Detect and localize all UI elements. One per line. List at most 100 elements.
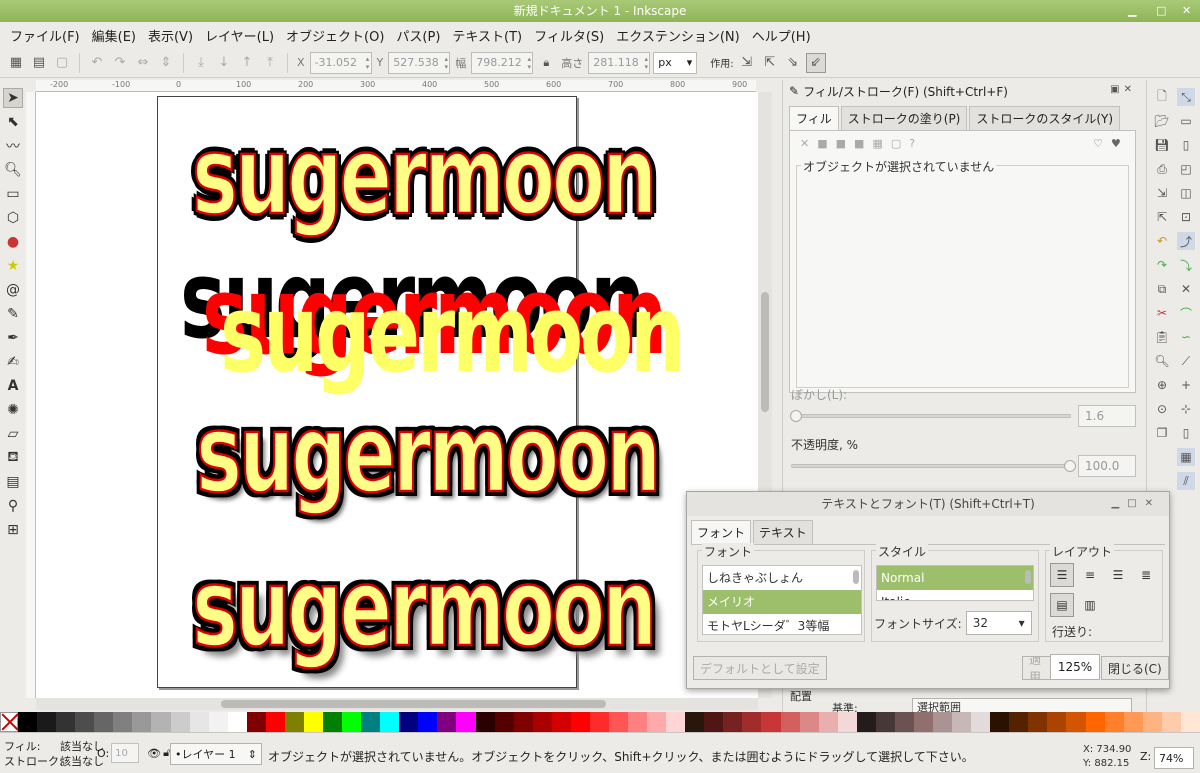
fill-rule-evenodd-icon[interactable]: ♡ <box>1093 137 1103 150</box>
color-swatch[interactable] <box>1180 712 1200 732</box>
font-list-item[interactable]: しねきゃぶしょん <box>703 566 861 590</box>
menu-extensions[interactable]: エクステンション(N) <box>610 26 745 45</box>
color-swatch[interactable] <box>437 712 457 732</box>
color-swatch[interactable] <box>37 712 57 732</box>
document-page[interactable]: sugermoon sugermoon sugermoon sugermoon … <box>157 96 685 688</box>
logo-text-softshadow[interactable]: sugermoon <box>191 554 658 664</box>
flip-horizontal-icon[interactable]: ⇔ <box>133 53 153 73</box>
apply-button[interactable]: 適用 <box>1022 656 1052 680</box>
menu-edit[interactable]: 編集(E) <box>86 26 142 45</box>
save-icon[interactable]: 💾︎ <box>1153 136 1171 154</box>
color-swatch[interactable] <box>227 712 247 732</box>
color-swatch[interactable] <box>475 712 495 732</box>
color-swatch[interactable] <box>551 712 571 732</box>
zoom-selection-icon[interactable]: 🔍︎ <box>1153 352 1171 370</box>
color-swatch[interactable] <box>208 712 228 732</box>
undo-icon[interactable]: ↶ <box>1153 232 1171 250</box>
spiral-tool-icon[interactable]: @ <box>3 280 23 300</box>
slider-knob[interactable] <box>1064 460 1076 472</box>
transform-pattern-icon[interactable]: ⇙ <box>805 52 826 73</box>
color-swatch[interactable] <box>170 712 190 732</box>
menu-file[interactable]: ファイル(F) <box>4 26 86 45</box>
dialog-window-controls-icon[interactable]: ▁□✕ <box>1111 492 1161 516</box>
color-swatch[interactable] <box>589 712 609 732</box>
close-icon[interactable]: ✕ <box>1182 0 1191 22</box>
color-swatch[interactable] <box>1066 712 1086 732</box>
linear-gradient-icon[interactable]: ■ <box>836 137 846 150</box>
flip-vertical-icon[interactable]: ⇕ <box>156 53 176 73</box>
logo-text-yellow[interactable]: sugermoon <box>220 281 685 389</box>
color-swatch[interactable] <box>342 712 362 732</box>
pencil-tool-icon[interactable]: ✎ <box>3 304 23 324</box>
color-swatch[interactable] <box>894 712 914 732</box>
zoom-drawing-icon[interactable]: ⊕ <box>1153 376 1171 394</box>
select-all-icon[interactable]: ▦ <box>6 53 26 73</box>
unit-select[interactable]: px ▾ <box>653 51 698 74</box>
dropper-tool-icon[interactable]: ⚲ <box>3 496 23 516</box>
blur-input[interactable]: 1.6 <box>1078 405 1136 427</box>
logo-text-outlined[interactable]: sugermoon <box>191 122 658 232</box>
canvas-horizontal-scrollbar[interactable] <box>36 698 758 710</box>
slider-knob[interactable] <box>790 410 802 422</box>
no-color-swatch[interactable] <box>0 712 18 732</box>
color-swatch[interactable] <box>608 712 628 732</box>
rotate-cw-icon[interactable]: ↷ <box>110 53 130 73</box>
layer-select[interactable]: •レイヤー 1 ⇕ <box>170 743 262 765</box>
font-list-item-selected[interactable]: メイリオ <box>703 590 861 614</box>
menu-help[interactable]: ヘルプ(H) <box>746 26 817 45</box>
print-icon[interactable]: ⎙ <box>1153 160 1171 178</box>
color-swatch[interactable] <box>856 712 876 732</box>
select-all-layers-icon[interactable]: ▤ <box>29 53 49 73</box>
snap-guide-icon[interactable]: ⫽ <box>1177 472 1195 490</box>
snap-page-icon[interactable]: ▯ <box>1177 424 1195 442</box>
transform-gradient-icon[interactable]: ⇘ <box>783 53 803 73</box>
color-swatch[interactable] <box>1142 712 1162 732</box>
raise-icon[interactable]: ↑ <box>237 53 257 73</box>
snap-center-icon[interactable]: ⊡ <box>1177 208 1195 226</box>
font-list-scrollbar[interactable] <box>853 568 859 628</box>
color-swatch[interactable] <box>875 712 895 732</box>
color-swatch[interactable] <box>418 712 438 732</box>
color-swatch[interactable] <box>742 712 762 732</box>
spray-tool-icon[interactable]: ✺ <box>3 400 23 420</box>
color-swatch[interactable] <box>723 712 743 732</box>
color-swatch[interactable] <box>94 712 114 732</box>
scale-corners-icon[interactable]: ⇱ <box>760 53 780 73</box>
color-swatch[interactable] <box>1161 712 1181 732</box>
eye-icon[interactable]: 👁︎ <box>147 747 161 760</box>
deselect-icon[interactable]: ▢ <box>52 53 72 73</box>
swatch-icon[interactable]: ▢ <box>891 137 901 150</box>
pattern-icon[interactable]: ▦ <box>872 137 882 150</box>
color-swatch[interactable] <box>265 712 285 732</box>
align-left-icon[interactable]: ☰ <box>1050 563 1074 587</box>
snap-path-icon[interactable]: ⤵ <box>1177 256 1195 274</box>
unset-paint-icon[interactable]: ? <box>909 137 915 150</box>
scale-stroke-icon[interactable]: ⇲ <box>737 53 757 73</box>
tab-stroke-style[interactable]: ストロークのスタイル(Y) <box>969 106 1121 130</box>
lower-icon[interactable]: ↓ <box>214 53 234 73</box>
tab-text[interactable]: テキスト <box>753 520 813 544</box>
text-tool-icon[interactable]: A <box>3 376 23 396</box>
align-justify-icon[interactable]: ≣ <box>1134 563 1158 587</box>
color-swatch[interactable] <box>1009 712 1029 732</box>
style-list-item-selected[interactable]: Normal <box>877 566 1033 590</box>
fill-rule-nonzero-icon[interactable]: ♥ <box>1111 137 1121 150</box>
blur-slider[interactable] <box>790 410 1071 422</box>
import-icon[interactable]: ⇲ <box>1153 184 1171 202</box>
color-swatch[interactable] <box>647 712 667 732</box>
copy-icon[interactable]: ⧉ <box>1153 280 1171 298</box>
color-swatch[interactable] <box>990 712 1010 732</box>
horizontal-text-icon[interactable]: ▤ <box>1050 593 1074 617</box>
menu-view[interactable]: 表示(V) <box>142 26 199 45</box>
open-icon[interactable]: 📂︎ <box>1153 112 1171 130</box>
color-swatch[interactable] <box>18 712 38 732</box>
eraser-tool-icon[interactable]: ▱ <box>3 424 23 444</box>
color-swatch[interactable] <box>952 712 972 732</box>
set-default-button[interactable]: デフォルトとして設定 <box>693 656 827 680</box>
color-swatch[interactable] <box>151 712 171 732</box>
color-swatch[interactable] <box>380 712 400 732</box>
calligraphy-tool-icon[interactable]: ✍ <box>3 352 23 372</box>
x-input[interactable]: -31.052 <box>309 51 372 74</box>
snap-object-center-icon[interactable]: + <box>1177 376 1195 394</box>
zoom-page-icon[interactable]: ⊙ <box>1153 400 1171 418</box>
